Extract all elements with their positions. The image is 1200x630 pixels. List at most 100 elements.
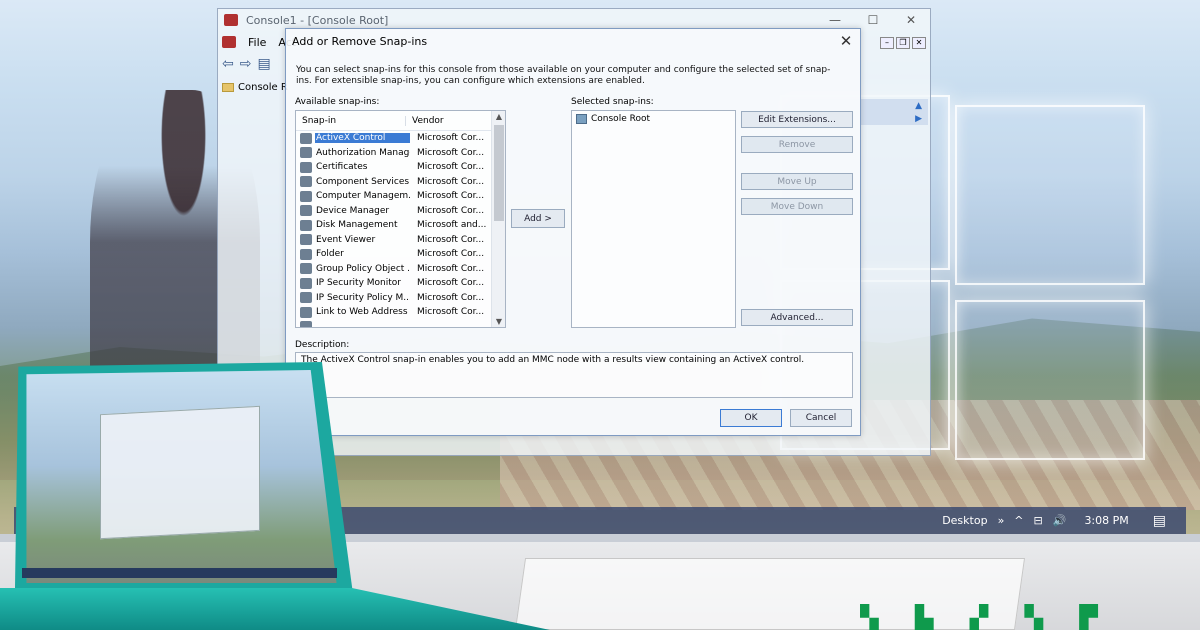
- ok-button[interactable]: OK: [720, 409, 782, 427]
- mdi-minimize-button[interactable]: –: [880, 37, 894, 49]
- snapin-row[interactable]: IP Security Monitor Microsoft Cor...: [296, 276, 505, 291]
- selected-snapins-list[interactable]: Console Root: [571, 110, 736, 328]
- snapin-icon: [300, 292, 312, 304]
- snapin-vendor: Microsoft Cor...: [417, 176, 485, 187]
- snapin-name: IP Security Monitor: [316, 278, 401, 289]
- snapin-vendor: Microsoft Cor...: [417, 191, 485, 202]
- maximize-button[interactable]: ☐: [854, 13, 892, 27]
- dialog-close-icon[interactable]: ✕: [832, 32, 860, 50]
- list-scrollbar[interactable]: ▲ ▼: [491, 111, 505, 327]
- snapin-row[interactable]: Device Manager Microsoft Cor...: [296, 204, 505, 219]
- move-up-button[interactable]: Move Up: [741, 173, 853, 190]
- description-label: Description:: [295, 340, 350, 350]
- console-title: Console1 - [Console Root]: [246, 13, 389, 27]
- snapin-row[interactable]: Disk Management Microsoft and...: [296, 218, 505, 233]
- add-button[interactable]: Add >: [511, 209, 565, 228]
- system-tray: Desktop » ^ ⊟ 🔊 3:08 PM ▤: [942, 513, 1186, 529]
- collapse-up-icon[interactable]: ▲: [915, 101, 922, 111]
- snapin-icon: [300, 147, 312, 159]
- volume-icon[interactable]: 🔊: [1053, 514, 1067, 527]
- list-header: Snap-in Vendor: [296, 111, 505, 131]
- snapin-vendor: Microsoft Cor...: [417, 162, 485, 173]
- snapin-name: Disk Management: [316, 220, 398, 231]
- show-hidden-icons-icon[interactable]: ^: [1014, 514, 1023, 527]
- selected-snapins-label: Selected snap-ins:: [571, 97, 654, 107]
- column-header-vendor[interactable]: Vendor: [406, 116, 444, 126]
- snapin-row[interactable]: Component Services Microsoft Cor...: [296, 175, 505, 190]
- snapin-name: Certificates: [316, 162, 368, 173]
- snapin-icon: [300, 190, 312, 202]
- snapin-row[interactable]: Certificates Microsoft Cor...: [296, 160, 505, 175]
- network-icon[interactable]: ⊟: [1034, 514, 1043, 527]
- mdi-window-controls: – ❐ ✕: [880, 37, 926, 49]
- snapin-icon: [300, 205, 312, 217]
- snapin-vendor: Microsoft Cor...: [417, 263, 485, 274]
- scroll-down-icon[interactable]: ▼: [492, 317, 505, 326]
- scroll-thumb[interactable]: [494, 125, 504, 221]
- snapin-row[interactable]: Event Viewer Microsoft Cor...: [296, 233, 505, 248]
- snapin-vendor: Microsoft Cor...: [417, 307, 485, 318]
- description-box: The ActiveX Control snap-in enables you …: [295, 352, 853, 398]
- snapin-icon: [300, 176, 312, 188]
- add-remove-snapins-dialog: Add or Remove Snap-ins ✕ You can select …: [285, 28, 861, 436]
- snapin-icon: [300, 277, 312, 289]
- cancel-button[interactable]: Cancel: [790, 409, 852, 427]
- expand-right-icon[interactable]: ▶: [915, 114, 922, 124]
- snapin-row[interactable]: Authorization Manager Microsoft Cor...: [296, 146, 505, 161]
- snapin-row[interactable]: Folder Microsoft Cor...: [296, 247, 505, 262]
- snapin-icon: [300, 234, 312, 246]
- snapin-vendor: Microsoft and...: [417, 220, 487, 231]
- console-root-icon: [576, 114, 587, 124]
- snapin-vendor: Microsoft Cor...: [417, 249, 485, 260]
- clock[interactable]: 3:08 PM: [1084, 514, 1128, 527]
- snapin-icon: [300, 321, 312, 327]
- snapin-name: IP Security Policy M...: [316, 292, 410, 303]
- laptop-screen-taskbar: [22, 568, 337, 578]
- move-down-button[interactable]: Move Down: [741, 198, 853, 215]
- snapin-row[interactable]: ActiveX Control Microsoft Cor...: [296, 131, 505, 146]
- available-snapins-list[interactable]: Snap-in Vendor ActiveX Control Microsoft …: [295, 110, 506, 328]
- snapin-icon: [300, 248, 312, 260]
- column-header-snapin[interactable]: Snap-in: [296, 115, 406, 126]
- snapin-name: Authorization Manager: [316, 147, 410, 158]
- forward-arrow-icon[interactable]: ⇨: [240, 56, 252, 72]
- close-button[interactable]: ✕: [892, 13, 930, 27]
- tree-item-label: Console R: [238, 81, 288, 93]
- snapin-row[interactable]: Link to Web Address Microsoft Cor...: [296, 305, 505, 320]
- snapin-vendor: Microsoft Cor...: [417, 147, 485, 158]
- toolbar-chevron-icon[interactable]: »: [998, 514, 1005, 527]
- back-arrow-icon[interactable]: ⇦: [222, 56, 234, 72]
- edit-extensions-button[interactable]: Edit Extensions...: [741, 111, 853, 128]
- minimize-button[interactable]: —: [816, 13, 854, 27]
- dialog-titlebar: Add or Remove Snap-ins ✕: [286, 29, 860, 53]
- snapin-icon: [300, 161, 312, 173]
- actions-pane-header: ▲ ▶: [860, 99, 928, 125]
- snapin-vendor: Microsoft Cor...: [417, 278, 485, 289]
- snapin-row[interactable]: Computer Managem... Microsoft Cor...: [296, 189, 505, 204]
- snapin-row[interactable]: [296, 320, 505, 327]
- mdi-restore-button[interactable]: ❐: [896, 37, 910, 49]
- advanced-button[interactable]: Advanced...: [741, 309, 853, 326]
- tree-item-console-root[interactable]: Console R: [222, 79, 292, 95]
- snapin-vendor: Microsoft Cor...: [417, 133, 485, 144]
- dialog-intro-text: You can select snap-ins for this console…: [296, 65, 831, 86]
- show-hide-tree-icon[interactable]: ▤: [257, 56, 270, 72]
- snapin-name: ActiveX Control: [315, 133, 410, 144]
- snapin-vendor: Microsoft Cor...: [417, 205, 485, 216]
- snapin-row[interactable]: Group Policy Object ... Microsoft Cor...: [296, 262, 505, 277]
- green-decorative-lettering: ▚ ▙ ▞ ▚ ▛: [860, 604, 1112, 630]
- console-menu-icon[interactable]: [222, 36, 236, 48]
- snapin-rows: ActiveX Control Microsoft Cor... Authoriza…: [296, 131, 505, 327]
- snapin-icon: [300, 132, 312, 144]
- selected-item-console-root[interactable]: Console Root: [572, 111, 735, 127]
- menu-file[interactable]: File: [248, 36, 266, 49]
- snapin-name: Component Services: [316, 176, 410, 187]
- snapin-name: Event Viewer: [316, 234, 376, 245]
- remove-button[interactable]: Remove: [741, 136, 853, 153]
- laptop-screen-dialog-thumbnail: [100, 405, 260, 540]
- snapin-row[interactable]: IP Security Policy M... Microsoft Cor...: [296, 291, 505, 306]
- desktop-toolbar-label[interactable]: Desktop: [942, 514, 987, 527]
- mdi-close-button[interactable]: ✕: [912, 37, 926, 49]
- action-center-icon[interactable]: ▤: [1153, 513, 1166, 529]
- scroll-up-icon[interactable]: ▲: [492, 112, 505, 121]
